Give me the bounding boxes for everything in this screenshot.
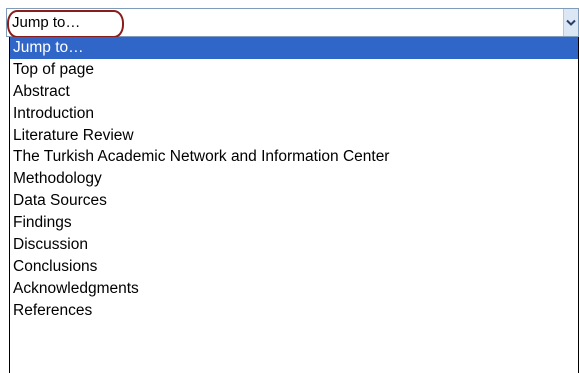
- chevron-down-icon: [566, 19, 576, 26]
- select-current-value: Jump to…: [12, 14, 81, 31]
- option-introduction[interactable]: Introduction: [10, 103, 578, 125]
- option-acknowledgments[interactable]: Acknowledgments: [10, 278, 578, 300]
- option-turkish-academic-network[interactable]: The Turkish Academic Network and Informa…: [10, 146, 578, 168]
- jump-to-select[interactable]: Jump to…: [6, 8, 579, 38]
- option-conclusions[interactable]: Conclusions: [10, 256, 578, 278]
- dropdown-toggle-button[interactable]: [563, 9, 578, 36]
- option-references[interactable]: References: [10, 300, 578, 322]
- option-top-of-page[interactable]: Top of page: [10, 59, 578, 81]
- option-literature-review[interactable]: Literature Review: [10, 125, 578, 147]
- jump-to-dropdown-page: Jump to… Jump to… Top of page Abstract I…: [0, 0, 579, 373]
- option-discussion[interactable]: Discussion: [10, 234, 578, 256]
- dropdown-option-list: Jump to… Top of page Abstract Introducti…: [9, 37, 579, 373]
- option-data-sources[interactable]: Data Sources: [10, 190, 578, 212]
- option-findings[interactable]: Findings: [10, 212, 578, 234]
- option-abstract[interactable]: Abstract: [10, 81, 578, 103]
- option-methodology[interactable]: Methodology: [10, 168, 578, 190]
- option-jump-to[interactable]: Jump to…: [10, 37, 578, 59]
